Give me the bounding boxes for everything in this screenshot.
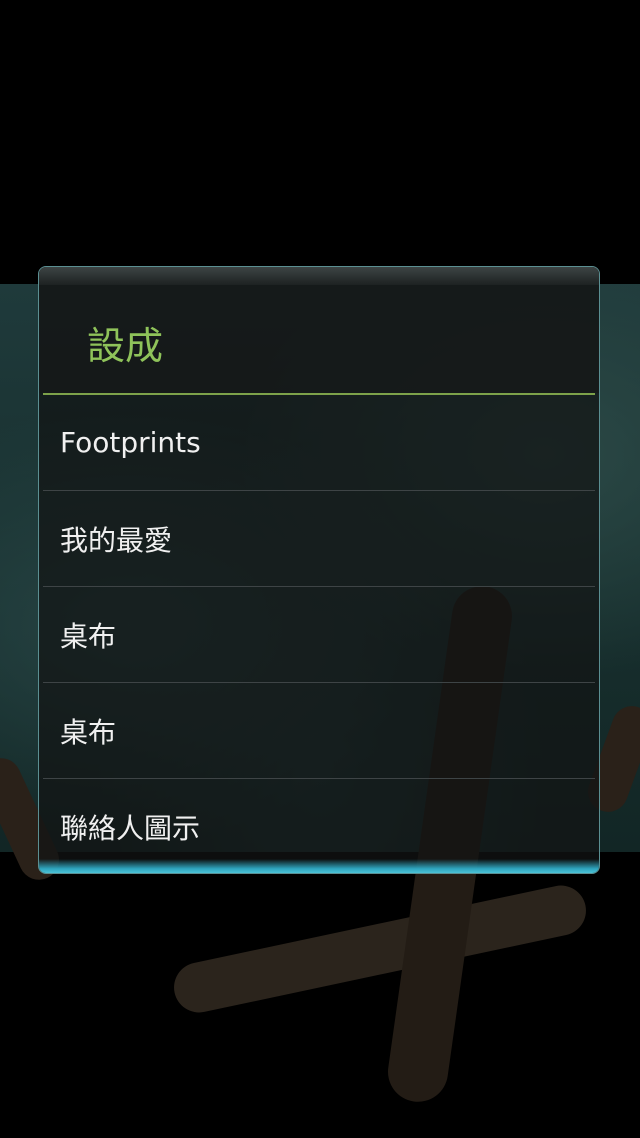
set-as-dialog: 設成 Footprints 我的最愛 桌布 桌布 聯絡人圖示 — [38, 266, 600, 874]
dialog-bottom-glow — [39, 859, 599, 873]
option-footprints[interactable]: Footprints — [39, 395, 599, 490]
options-list: Footprints 我的最愛 桌布 桌布 聯絡人圖示 — [39, 395, 599, 873]
dialog-header: 設成 — [39, 285, 599, 393]
tree-branch-middle — [169, 880, 591, 1018]
dialog-title: 設成 — [87, 324, 164, 368]
screen: 設成 Footprints 我的最愛 桌布 桌布 聯絡人圖示 — [0, 0, 640, 1138]
option-favorites[interactable]: 我的最愛 — [39, 491, 599, 586]
dialog-top-edge — [39, 267, 599, 285]
option-wallpaper-1[interactable]: 桌布 — [39, 587, 599, 682]
option-wallpaper-2[interactable]: 桌布 — [39, 683, 599, 778]
